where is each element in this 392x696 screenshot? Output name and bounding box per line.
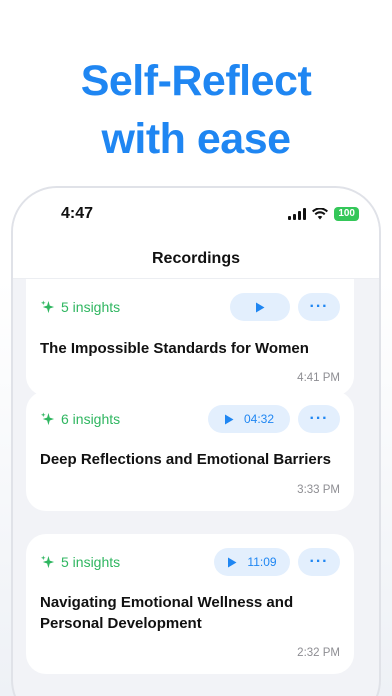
- status-bar: 4:47 100: [13, 188, 379, 240]
- recording-title-line-1: Navigating Emotional Wellness and: [40, 594, 294, 611]
- status-icons: 100: [288, 207, 359, 221]
- recording-card[interactable]: 5 insights 11:09 ··· Navigating Emotiona…: [26, 534, 354, 674]
- more-button[interactable]: ···: [298, 548, 340, 576]
- sparkle-icon: [40, 411, 55, 425]
- recording-time: 2:32 PM: [297, 647, 340, 659]
- headline-line-1: Self-Reflect: [80, 57, 312, 105]
- play-button[interactable]: 04:32: [208, 405, 290, 433]
- wifi-icon: [312, 208, 329, 220]
- insights-count: 5 insights: [61, 299, 121, 315]
- play-icon: [256, 302, 265, 312]
- headline: Self-Reflect with ease: [0, 52, 392, 168]
- insights-badge[interactable]: 5 insights: [40, 554, 120, 570]
- recording-time: 4:41 PM: [297, 372, 340, 384]
- duration: 04:32: [243, 412, 275, 426]
- recording-title: Navigating Emotional Wellness and Person…: [40, 592, 340, 634]
- nav-title: Recordings: [13, 240, 379, 278]
- battery-icon: 100: [334, 207, 359, 221]
- insights-badge[interactable]: 5 insights: [40, 299, 120, 315]
- more-button[interactable]: ···: [298, 405, 340, 433]
- status-time: 4:47: [61, 205, 94, 222]
- play-icon: [228, 557, 237, 567]
- play-button[interactable]: 11:09: [214, 548, 290, 576]
- recording-title: Deep Reflections and Emotional Barriers: [40, 451, 331, 468]
- more-icon: ···: [309, 298, 329, 315]
- more-icon: ···: [309, 553, 329, 570]
- recording-card[interactable]: 6 insights 04:32 ··· Deep Reflections an…: [26, 391, 354, 511]
- play-icon: [224, 414, 234, 424]
- sparkle-icon: [40, 554, 55, 568]
- phone-frame: 4:47 100 Recordings 5 insights ··· The I…: [11, 186, 381, 696]
- signal-icon: [288, 208, 307, 220]
- more-button[interactable]: ···: [298, 293, 340, 321]
- insights-badge[interactable]: 6 insights: [40, 411, 120, 427]
- play-button[interactable]: [230, 293, 290, 321]
- recording-title-line-2: Personal Development: [40, 615, 202, 632]
- duration: 11:09: [247, 555, 277, 569]
- recording-time: 3:33 PM: [297, 484, 340, 496]
- recording-card[interactable]: 5 insights ··· The Impossible Standards …: [26, 258, 354, 396]
- sparkle-icon: [40, 299, 55, 313]
- recording-title: The Impossible Standards for Women: [40, 340, 309, 357]
- insights-count: 6 insights: [61, 411, 121, 427]
- headline-line-2: with ease: [101, 115, 291, 163]
- insights-count: 5 insights: [61, 554, 121, 570]
- more-icon: ···: [309, 410, 329, 427]
